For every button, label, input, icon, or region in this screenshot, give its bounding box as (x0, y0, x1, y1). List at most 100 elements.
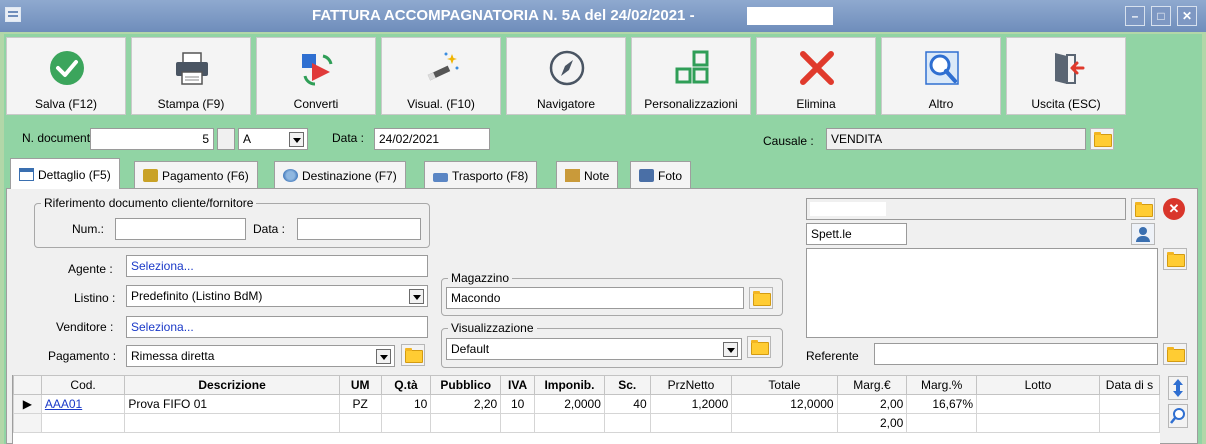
date-input[interactable]: 24/02/2021 (374, 128, 490, 150)
doc-number-spin[interactable] (217, 128, 235, 150)
col-iva[interactable]: IVA (500, 375, 536, 395)
up-down-arrow-icon (1173, 379, 1183, 397)
convert-button[interactable]: Converti (256, 37, 376, 115)
col-imponib[interactable]: Imponib. (534, 375, 605, 395)
navigator-button[interactable]: Navigatore (506, 37, 626, 115)
minimize-button[interactable]: – (1125, 6, 1145, 26)
exit-button[interactable]: Uscita (ESC) (1006, 37, 1126, 115)
magazzino-folder-button[interactable] (749, 287, 773, 309)
note-icon (565, 169, 580, 182)
referente-folder-button[interactable] (1163, 343, 1187, 365)
col-prznetto[interactable]: PrzNetto (649, 375, 733, 395)
visualizzazione-select[interactable]: Default (446, 338, 742, 360)
maximize-button[interactable]: □ (1151, 6, 1171, 26)
sort-arrows-button[interactable] (1168, 376, 1188, 400)
footer-marg-eur-total: 2,00 (836, 413, 908, 433)
chevron-down-icon[interactable] (723, 342, 738, 357)
address-folder-button[interactable] (1163, 248, 1187, 270)
cliente-address-textarea[interactable] (806, 248, 1158, 338)
more-button[interactable]: Altro (881, 37, 1001, 115)
rif-date-input[interactable] (297, 218, 421, 240)
cliente-title-input[interactable]: Spett.le (806, 223, 907, 245)
app-icon (5, 7, 21, 22)
cell-cod[interactable]: AAA01 (40, 394, 126, 414)
col-marg-eur[interactable]: Marg.€ (836, 375, 908, 395)
convert-icon (302, 54, 333, 86)
tab-destinazione[interactable]: Destinazione (F7) (274, 161, 406, 188)
col-totale[interactable]: Totale (731, 375, 838, 395)
grid-header-row: Cod. Descrizione UM Q.tà Pubblico IVA Im… (13, 375, 1161, 395)
save-button[interactable]: Salva (F12) (6, 37, 126, 115)
tab-note[interactable]: Note (556, 161, 619, 188)
toolbar: Salva (F12) Stampa (F9) Converti Visual.… (6, 37, 1130, 117)
col-marg-pct[interactable]: Marg.% (906, 375, 978, 395)
tab-pagamento[interactable]: Pagamento (F6) (134, 161, 258, 188)
clear-cliente-icon[interactable]: ✕ (1163, 198, 1185, 220)
red-x-icon (800, 51, 834, 85)
magazzino-input[interactable]: Macondo (446, 287, 744, 309)
col-sc[interactable]: Sc. (603, 375, 651, 395)
cliente-redacted (810, 202, 886, 216)
num-label: Num.: (72, 222, 105, 236)
cell-iva[interactable]: 10 (500, 394, 536, 414)
tab-trasporto[interactable]: Trasporto (F8) (424, 161, 538, 188)
customize-button[interactable]: Personalizzazioni (631, 37, 751, 115)
cell-sc[interactable]: 40 (603, 394, 651, 414)
tab-dettaglio[interactable]: Dettaglio (F5) (10, 158, 120, 189)
magic-wand-icon (427, 52, 459, 81)
referente-label: Referente (806, 349, 859, 363)
title-bar: FATTURA ACCOMPAGNATORIA N. 5A del 24/02/… (0, 0, 1206, 32)
venditore-input[interactable]: Seleziona... (126, 316, 428, 338)
listino-select[interactable]: Predefinito (Listino BdM) (126, 285, 428, 307)
close-button[interactable]: ✕ (1177, 6, 1197, 26)
cell-prznetto[interactable]: 1,2000 (649, 394, 733, 414)
causale-input[interactable]: VENDITA (826, 128, 1086, 150)
cell-lotto[interactable] (976, 394, 1100, 414)
printer-icon (176, 52, 208, 85)
doc-number-input[interactable]: 5 (90, 128, 214, 150)
pagamento-folder-button[interactable] (401, 344, 425, 366)
col-qta[interactable]: Q.tà (380, 375, 432, 395)
chevron-down-icon[interactable] (289, 132, 304, 147)
cell-imponib[interactable]: 2,0000 (534, 394, 605, 414)
contact-card-icon[interactable] (1131, 223, 1155, 245)
col-lotto[interactable]: Lotto (976, 375, 1100, 395)
cliente-folder-button[interactable] (1131, 198, 1155, 220)
cell-um[interactable]: PZ (338, 394, 382, 414)
listino-label: Listino : (74, 291, 116, 305)
grid-footer-row: 2,00 (13, 413, 1161, 433)
pagamento-select[interactable]: Rimessa diretta (126, 345, 395, 367)
series-select[interactable]: A (238, 128, 308, 150)
money-icon (143, 169, 158, 182)
tab-foto[interactable]: Foto (630, 161, 692, 188)
row-selector-header (13, 375, 42, 395)
col-um[interactable]: UM (338, 375, 382, 395)
cell-qta[interactable]: 10 (380, 394, 432, 414)
cell-marg-pct[interactable]: 16,67% (906, 394, 978, 414)
col-data-s[interactable]: Data di s (1098, 375, 1161, 395)
num-input[interactable] (115, 218, 246, 240)
visualizzazione-folder-button[interactable] (747, 336, 771, 358)
delete-button[interactable]: Elimina (756, 37, 876, 115)
cell-totale[interactable]: 12,0000 (731, 394, 838, 414)
visual-button[interactable]: Visual. (F10) (381, 37, 501, 115)
col-descrizione[interactable]: Descrizione (124, 375, 340, 395)
cell-descrizione[interactable]: Prova FIFO 01 (124, 394, 340, 414)
agente-input[interactable]: Seleziona... (126, 255, 428, 277)
print-button[interactable]: Stampa (F9) (131, 37, 251, 115)
col-pubblico[interactable]: Pubblico (430, 375, 502, 395)
table-row[interactable]: ▶ AAA01 Prova FIFO 01 PZ 10 2,20 10 2,00… (13, 394, 1161, 414)
causale-folder-button[interactable] (1090, 128, 1114, 150)
pagamento-label: Pagamento : (48, 349, 117, 363)
visualizzazione-title: Visualizzazione (448, 321, 537, 335)
search-grid-button[interactable] (1168, 404, 1188, 428)
chevron-down-icon[interactable] (409, 289, 424, 304)
cell-pubblico[interactable]: 2,20 (430, 394, 502, 414)
cell-marg-eur[interactable]: 2,00 (836, 394, 908, 414)
chevron-down-icon[interactable] (376, 349, 391, 364)
exit-door-icon (1055, 53, 1085, 84)
col-cod[interactable]: Cod. (40, 375, 126, 395)
cell-data-s[interactable] (1098, 394, 1161, 414)
referente-input[interactable] (874, 343, 1158, 365)
causale-label: Causale : (763, 134, 814, 148)
